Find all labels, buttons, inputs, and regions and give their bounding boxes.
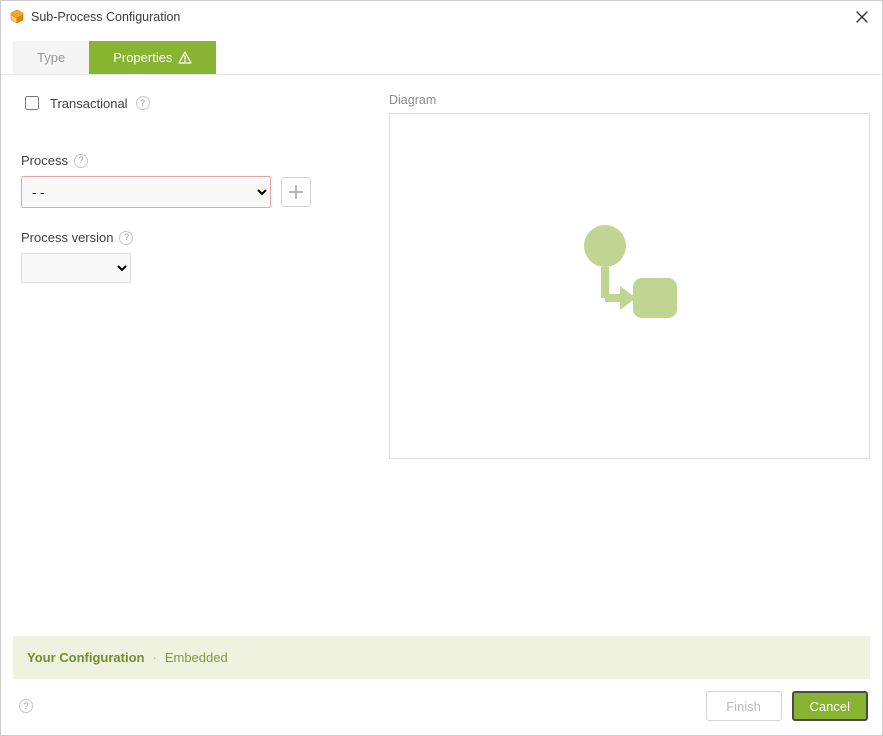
separator: · [152,650,156,665]
cancel-button[interactable]: Cancel [792,691,868,721]
titlebar: Sub-Process Configuration [1,1,882,33]
configuration-summary: Your Configuration · Embedded [13,636,870,679]
finish-button[interactable]: Finish [706,691,782,721]
dialog-window: Sub-Process Configuration Type Propertie… [0,0,883,736]
tabs: Type Properties [1,33,882,75]
content-area: Transactional ? Process ? - - [1,75,882,636]
transactional-row: Transactional ? [21,93,381,113]
process-label: Process [21,153,68,168]
dialog-title: Sub-Process Configuration [31,10,180,24]
finish-button-label: Finish [726,699,761,714]
close-icon[interactable] [852,7,872,27]
process-row: Process ? - - [21,153,381,208]
tab-type-label: Type [37,50,65,65]
footer: ? Finish Cancel [1,687,882,735]
process-version-row: Process version ? [21,230,381,283]
configuration-label: Your Configuration [27,650,144,665]
right-column: Diagram [381,93,870,624]
add-process-button[interactable] [281,177,311,207]
tab-type[interactable]: Type [13,41,89,74]
configuration-value: Embedded [165,650,228,665]
transactional-label: Transactional [50,96,128,111]
process-select[interactable]: - - [21,176,271,208]
help-icon[interactable]: ? [119,231,133,245]
tab-properties[interactable]: Properties [89,41,216,74]
help-icon[interactable]: ? [19,699,33,713]
diagram-placeholder-icon [570,216,690,336]
warning-icon [178,51,192,64]
transactional-checkbox[interactable] [25,96,39,110]
diagram-preview [389,113,870,459]
app-icon [9,9,25,25]
process-version-select[interactable] [21,253,131,283]
process-version-label: Process version [21,230,113,245]
left-column: Transactional ? Process ? - - [21,93,381,624]
help-icon[interactable]: ? [74,154,88,168]
cancel-button-label: Cancel [810,699,850,714]
tab-properties-label: Properties [113,50,172,65]
diagram-label: Diagram [389,93,870,107]
help-icon[interactable]: ? [136,96,150,110]
